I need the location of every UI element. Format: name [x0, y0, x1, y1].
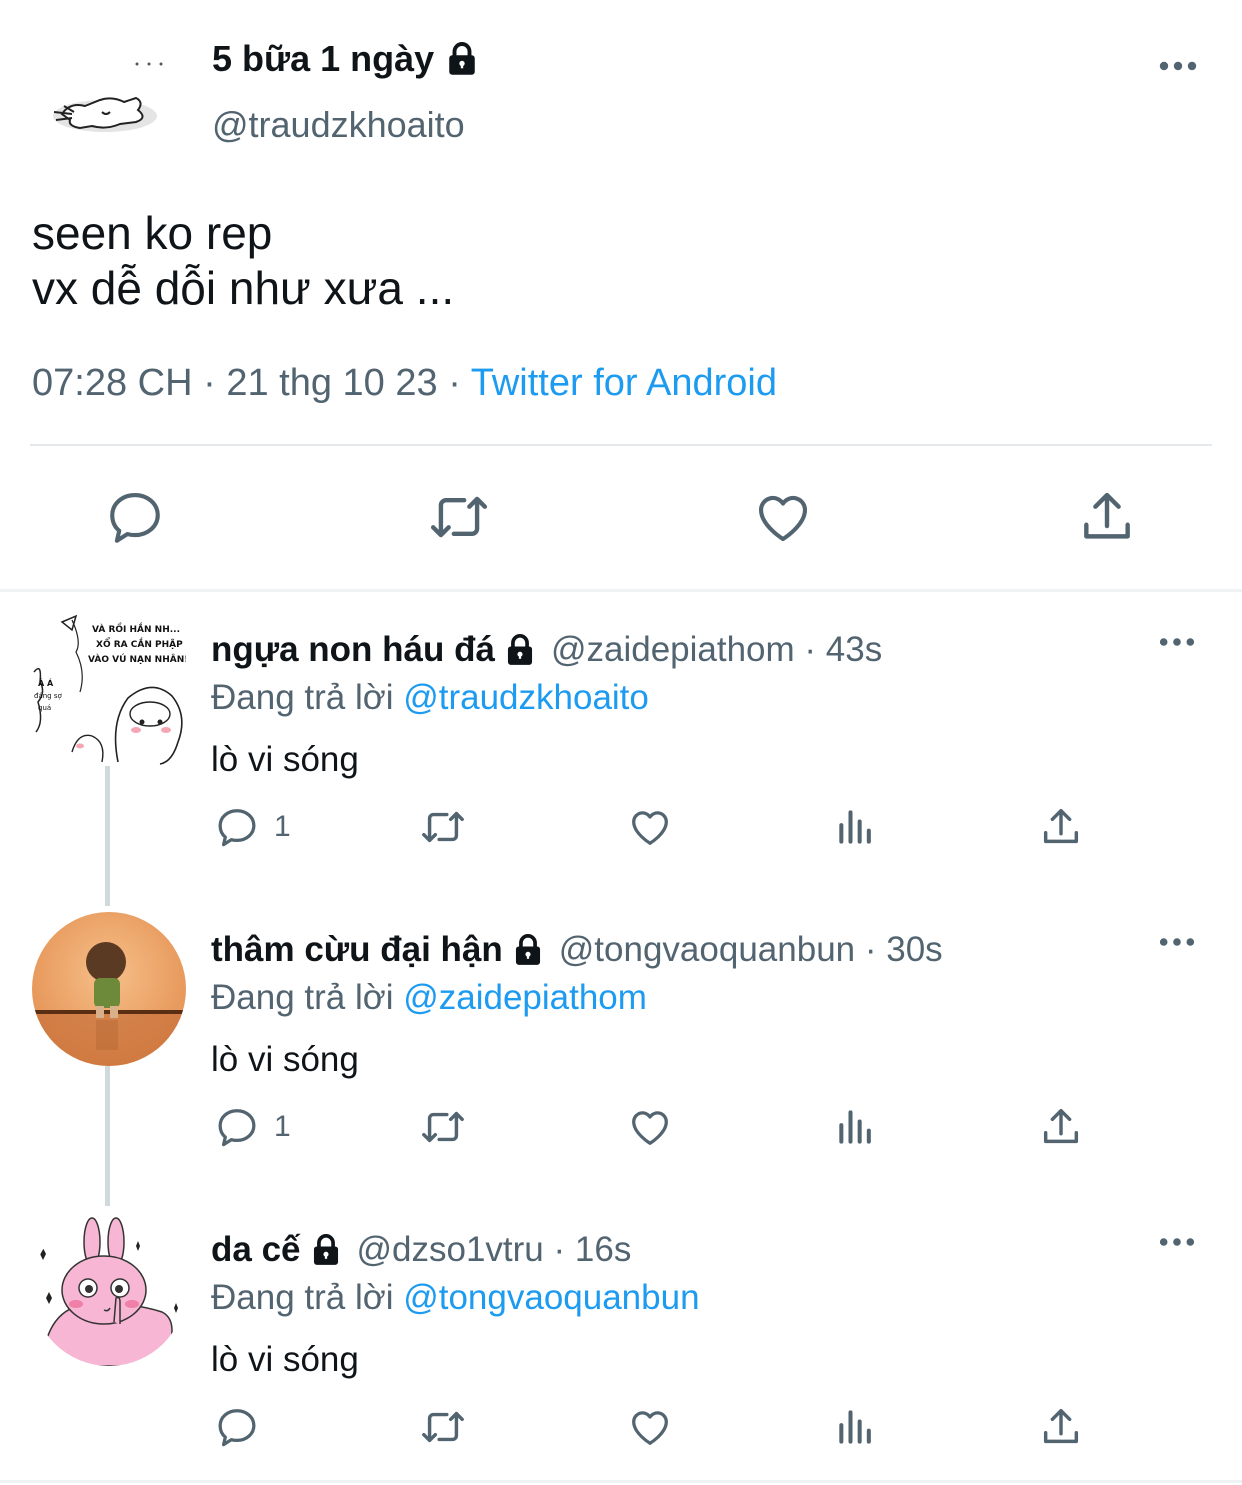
avatar[interactable]: VÀ RỒI HẮN NH... XỔ RA CẮN PHẬP VÀO VÚ N… — [32, 612, 186, 766]
reply-button[interactable] — [214, 1404, 274, 1450]
share-icon[interactable] — [1038, 1404, 1084, 1450]
display-name[interactable]: da cế — [211, 1230, 301, 1270]
like-icon[interactable] — [752, 486, 814, 548]
photo-avatar — [32, 912, 186, 1066]
handle[interactable]: @dzso1vtru — [357, 1230, 544, 1270]
meta-separator: · — [448, 362, 461, 404]
tweet-time: 07:28 CH — [32, 362, 193, 404]
replying-label: Đang trả lời — [211, 678, 394, 717]
avatar-caption: đáng sợ — [34, 692, 62, 700]
replying-to: Đang trả lời @traudzkhoaito — [211, 678, 649, 718]
tweet-text-line: vx dễ dỗi như xưa ... — [32, 262, 455, 314]
replying-label: Đang trả lời — [211, 1278, 394, 1317]
reply-icon — [218, 1109, 256, 1147]
like-icon[interactable] — [626, 804, 674, 850]
like-icon[interactable] — [626, 1104, 674, 1150]
display-name[interactable]: 5 bữa 1 ngày — [212, 38, 434, 80]
replying-mention[interactable]: @zaidepiathom — [403, 978, 647, 1017]
handle[interactable]: @tongvaoquanbun — [559, 930, 855, 970]
bunny-avatar-drawing — [40, 1217, 178, 1366]
lock-icon — [309, 1233, 343, 1267]
display-name[interactable]: thâm cừu đại hận — [211, 930, 503, 970]
more-icon[interactable] — [1158, 936, 1196, 948]
more-icon[interactable] — [1158, 636, 1196, 648]
tweet-date: 21 thg 10 23 — [226, 362, 438, 404]
reply-header: da cế @dzso1vtru · 16s — [211, 1230, 631, 1270]
replying-mention[interactable]: @tongvaoquanbun — [403, 1278, 699, 1317]
replying-label: Đang trả lời — [211, 978, 394, 1017]
reply-icon — [218, 1409, 256, 1447]
avatar-caption: XỔ RA CẮN PHẬP — [96, 637, 183, 650]
avatar-caption: VÀ RỒI HẮN NH... — [92, 622, 180, 635]
handle[interactable]: @zaidepiathom — [551, 630, 795, 670]
sleeping-cat-drawing — [53, 62, 163, 132]
reply-count: 1 — [274, 1110, 291, 1143]
separator-dot: · — [794, 630, 826, 669]
tweet-age: 30s — [886, 930, 943, 969]
main-handle[interactable]: @traudzkhoaito — [212, 104, 465, 146]
divider — [30, 444, 1212, 446]
tweet-text-line: seen ko rep — [32, 207, 273, 259]
more-icon[interactable] — [1158, 1236, 1196, 1248]
main-action-bar — [0, 486, 1242, 552]
reply-icon — [218, 809, 256, 847]
avatar[interactable] — [32, 1212, 186, 1366]
lock-icon — [503, 633, 537, 667]
separator-dot: · — [855, 930, 887, 969]
more-icon[interactable] — [1158, 60, 1198, 72]
replying-to: Đang trả lời @zaidepiathom — [211, 978, 647, 1018]
reply-count: 1 — [274, 810, 291, 843]
retweet-icon[interactable] — [424, 486, 494, 548]
replying-to: Đang trả lời @tongvaoquanbun — [211, 1278, 700, 1318]
retweet-icon[interactable] — [416, 1404, 470, 1450]
avatar-caption: VÀO VÚ NẠN NHÂN!! — [88, 653, 186, 665]
reply-text: lò vi sóng — [211, 1340, 359, 1379]
lock-icon — [511, 933, 545, 967]
views-icon[interactable] — [834, 1104, 878, 1150]
reply-action-bar — [0, 1404, 1242, 1454]
reply-action-bar: 1 — [0, 804, 1242, 854]
share-icon[interactable] — [1038, 804, 1084, 850]
retweet-icon[interactable] — [416, 1104, 470, 1150]
section-divider — [0, 589, 1242, 592]
bottom-divider — [0, 1480, 1242, 1483]
tweet-age: 43s — [825, 630, 883, 669]
reply-action-bar: 1 — [0, 1104, 1242, 1154]
retweet-icon[interactable] — [416, 804, 470, 850]
display-name[interactable]: ngựa non háu đá — [211, 630, 495, 670]
reply-text: lò vi sóng — [211, 740, 359, 779]
reply-text: lò vi sóng — [211, 1040, 359, 1079]
comic-avatar-drawing: VÀ RỒI HẮN NH... XỔ RA CẮN PHẬP VÀO VÚ N… — [33, 614, 186, 765]
reply-button[interactable]: 1 — [214, 804, 291, 850]
replying-mention[interactable]: @traudzkhoaito — [403, 678, 649, 717]
main-tweet-text: seen ko rep vx dễ dỗi như xưa ... — [32, 206, 454, 316]
views-icon[interactable] — [834, 804, 878, 850]
like-icon[interactable] — [626, 1404, 674, 1450]
reply-header: ngựa non háu đá @zaidepiathom · 43s — [211, 630, 882, 670]
reply-icon[interactable] — [104, 486, 166, 548]
tweet-age: 16s — [574, 1230, 632, 1269]
main-display-name-row[interactable]: 5 bữa 1 ngày — [212, 38, 480, 80]
tweet-source-link[interactable]: Twitter for Android — [471, 362, 777, 404]
meta-separator: · — [203, 362, 216, 404]
main-tweet-meta: 07:28 CH · 21 thg 10 23 · Twitter for An… — [32, 362, 777, 405]
views-icon[interactable] — [834, 1404, 878, 1450]
share-icon[interactable] — [1076, 486, 1138, 548]
reply-header: thâm cừu đại hận @tongvaoquanbun · 30s — [211, 930, 943, 970]
lock-icon — [444, 41, 480, 77]
separator-dot: · — [543, 1230, 575, 1269]
avatar-caption: quá — [38, 704, 51, 712]
reply-button[interactable]: 1 — [214, 1104, 291, 1150]
main-avatar[interactable] — [40, 40, 170, 150]
avatar[interactable] — [32, 912, 186, 1066]
avatar-caption: Á Á — [38, 677, 54, 688]
share-icon[interactable] — [1038, 1104, 1084, 1150]
